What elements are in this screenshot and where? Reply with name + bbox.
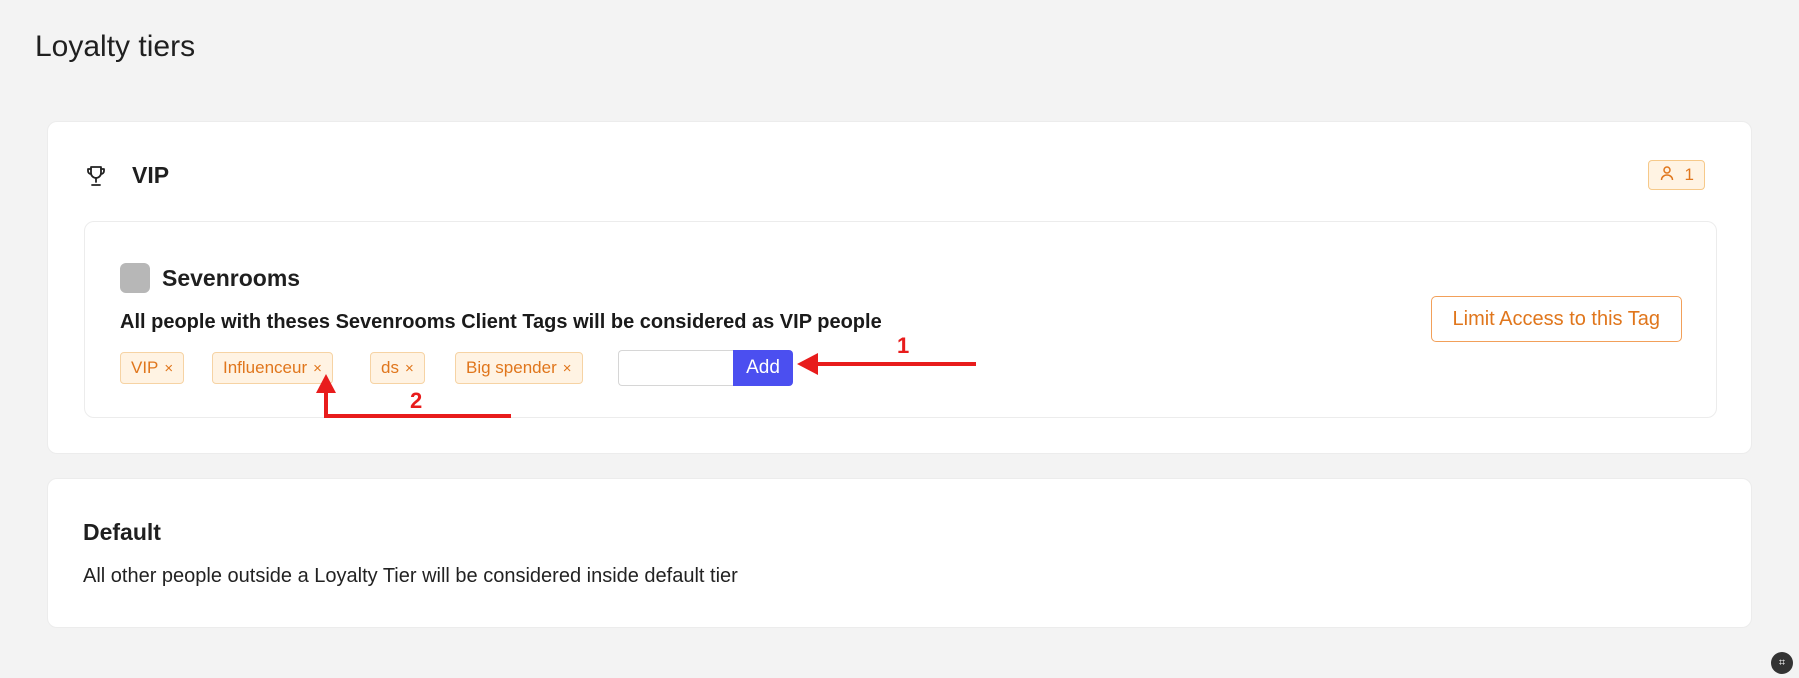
integration-header: Sevenrooms bbox=[120, 263, 300, 293]
people-count: 1 bbox=[1684, 165, 1694, 184]
tag-label: VIP bbox=[131, 358, 159, 377]
remove-tag-icon[interactable]: × bbox=[164, 361, 173, 376]
default-tier-name: Default bbox=[83, 519, 161, 545]
limit-access-button[interactable]: Limit Access to this Tag bbox=[1430, 296, 1682, 342]
tag-label: ds bbox=[381, 358, 399, 377]
remove-tag-icon[interactable]: × bbox=[313, 361, 322, 376]
page-title: Loyalty tiers bbox=[35, 30, 196, 63]
remove-tag-icon[interactable]: × bbox=[563, 361, 572, 376]
tag-input[interactable] bbox=[618, 350, 733, 386]
vip-tier-header: VIP bbox=[84, 162, 169, 189]
user-icon bbox=[1659, 165, 1675, 186]
integration-description: All people with theses Sevenrooms Client… bbox=[120, 311, 882, 333]
add-tag-group: Add bbox=[618, 350, 793, 386]
add-tag-button[interactable]: Add bbox=[733, 350, 793, 386]
default-tier-description: All other people outside a Loyalty Tier … bbox=[83, 565, 738, 587]
tag-label: Big spender bbox=[466, 358, 557, 377]
vip-tier-card: VIP 1 Sevenrooms All people with theses … bbox=[47, 121, 1752, 454]
people-count-badge[interactable]: 1 bbox=[1647, 160, 1705, 190]
tag-ds: ds × bbox=[370, 352, 425, 384]
integration-name: Sevenrooms bbox=[162, 264, 301, 291]
default-tier-card: Default All other people outside a Loyal… bbox=[47, 478, 1752, 628]
remove-tag-icon[interactable]: × bbox=[405, 361, 414, 376]
screenshot-tool-icon[interactable]: ⌗ bbox=[1771, 652, 1793, 674]
annotation-label-2: 2 bbox=[410, 388, 423, 413]
tag-influenceur: Influenceur × bbox=[212, 352, 333, 384]
trophy-icon bbox=[84, 164, 108, 188]
tag-big-spender: Big spender × bbox=[455, 352, 583, 384]
annotation-label-1: 1 bbox=[897, 333, 910, 358]
tag-vip: VIP × bbox=[120, 352, 185, 384]
sevenrooms-integration-panel: Sevenrooms All people with theses Sevenr… bbox=[84, 221, 1717, 418]
sevenrooms-logo bbox=[120, 263, 150, 293]
tag-label: Influenceur bbox=[223, 358, 308, 377]
vip-tier-name: VIP bbox=[132, 162, 170, 188]
